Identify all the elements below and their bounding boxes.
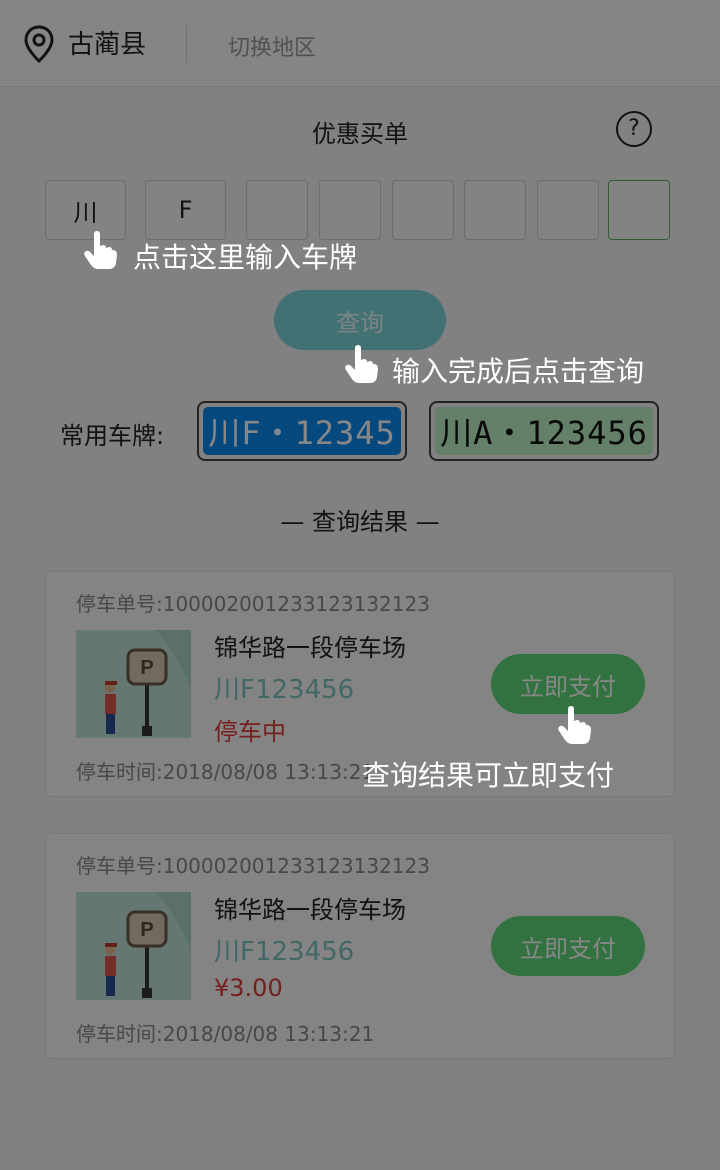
plate-char-5[interactable]: [392, 180, 454, 240]
switch-region-link[interactable]: 切换地区: [228, 30, 316, 62]
query-button[interactable]: 查询: [274, 290, 446, 350]
order-number: 停车单号:10000200123312313212​3: [76, 592, 430, 616]
location-pin-icon: [24, 25, 54, 64]
hint-query: 输入完成后点击查询: [392, 355, 645, 388]
header-divider: [186, 26, 187, 62]
pointer-hand-icon: [558, 706, 591, 744]
hint-plate-input: 点击这里输入车牌: [133, 241, 358, 274]
vehicle-plate: 川F123456: [214, 937, 355, 967]
parking-illustration: P: [76, 892, 191, 1000]
page: 古蔺县 切换地区 优惠买单 ? 川 F 查询 常用车牌: 川F・12345 川A…: [0, 0, 720, 1170]
result-card: 停车单号:10000200123312313212​3 P 锦华路一段停车场 川…: [45, 833, 675, 1059]
svg-text:P: P: [140, 919, 153, 941]
plate-char-4[interactable]: [319, 180, 381, 240]
common-plate-blue[interactable]: 川F・12345: [197, 401, 407, 461]
header: 古蔺县 切换地区: [0, 0, 720, 87]
parking-time: 停车时间:2018/08/08 13:13:21: [76, 1022, 375, 1046]
plate-char-3[interactable]: [246, 180, 308, 240]
parking-lot-name: 锦华路一段停车场: [214, 896, 406, 924]
vehicle-plate: 川F123456: [214, 675, 355, 705]
pointer-hand-icon: [345, 345, 378, 383]
pointer-hand-icon: [84, 231, 117, 269]
parking-fee: ¥3.00: [214, 974, 283, 1002]
common-plate-green-text: 川A・123456: [435, 407, 653, 455]
plate-char-6[interactable]: [464, 180, 526, 240]
pay-now-button[interactable]: 立即支付: [491, 916, 645, 976]
parking-lot-name: 锦华路一段停车场: [214, 634, 406, 662]
hint-pay: 查询结果可立即支付: [362, 759, 615, 792]
page-title: 优惠买单: [312, 120, 408, 148]
current-city: 古蔺县: [68, 30, 147, 60]
svg-text:P: P: [140, 657, 153, 679]
parking-illustration: P: [76, 630, 191, 738]
help-icon[interactable]: ?: [616, 111, 652, 147]
plate-char-7[interactable]: [537, 180, 599, 240]
common-plate-green[interactable]: 川A・123456: [429, 401, 659, 461]
result-section-title: — 查询结果 —: [280, 508, 440, 536]
common-plate-blue-text: 川F・12345: [203, 407, 401, 455]
plate-char-2[interactable]: F: [145, 180, 226, 240]
plate-char-8-new-energy[interactable]: [608, 180, 670, 240]
order-number: 停车单号:10000200123312313212​3: [76, 854, 430, 878]
common-plates-label: 常用车牌:: [60, 422, 165, 450]
parking-time: 停车时间:2018/08/08 13:13:21: [76, 760, 375, 784]
parking-status: 停车中: [214, 718, 286, 746]
